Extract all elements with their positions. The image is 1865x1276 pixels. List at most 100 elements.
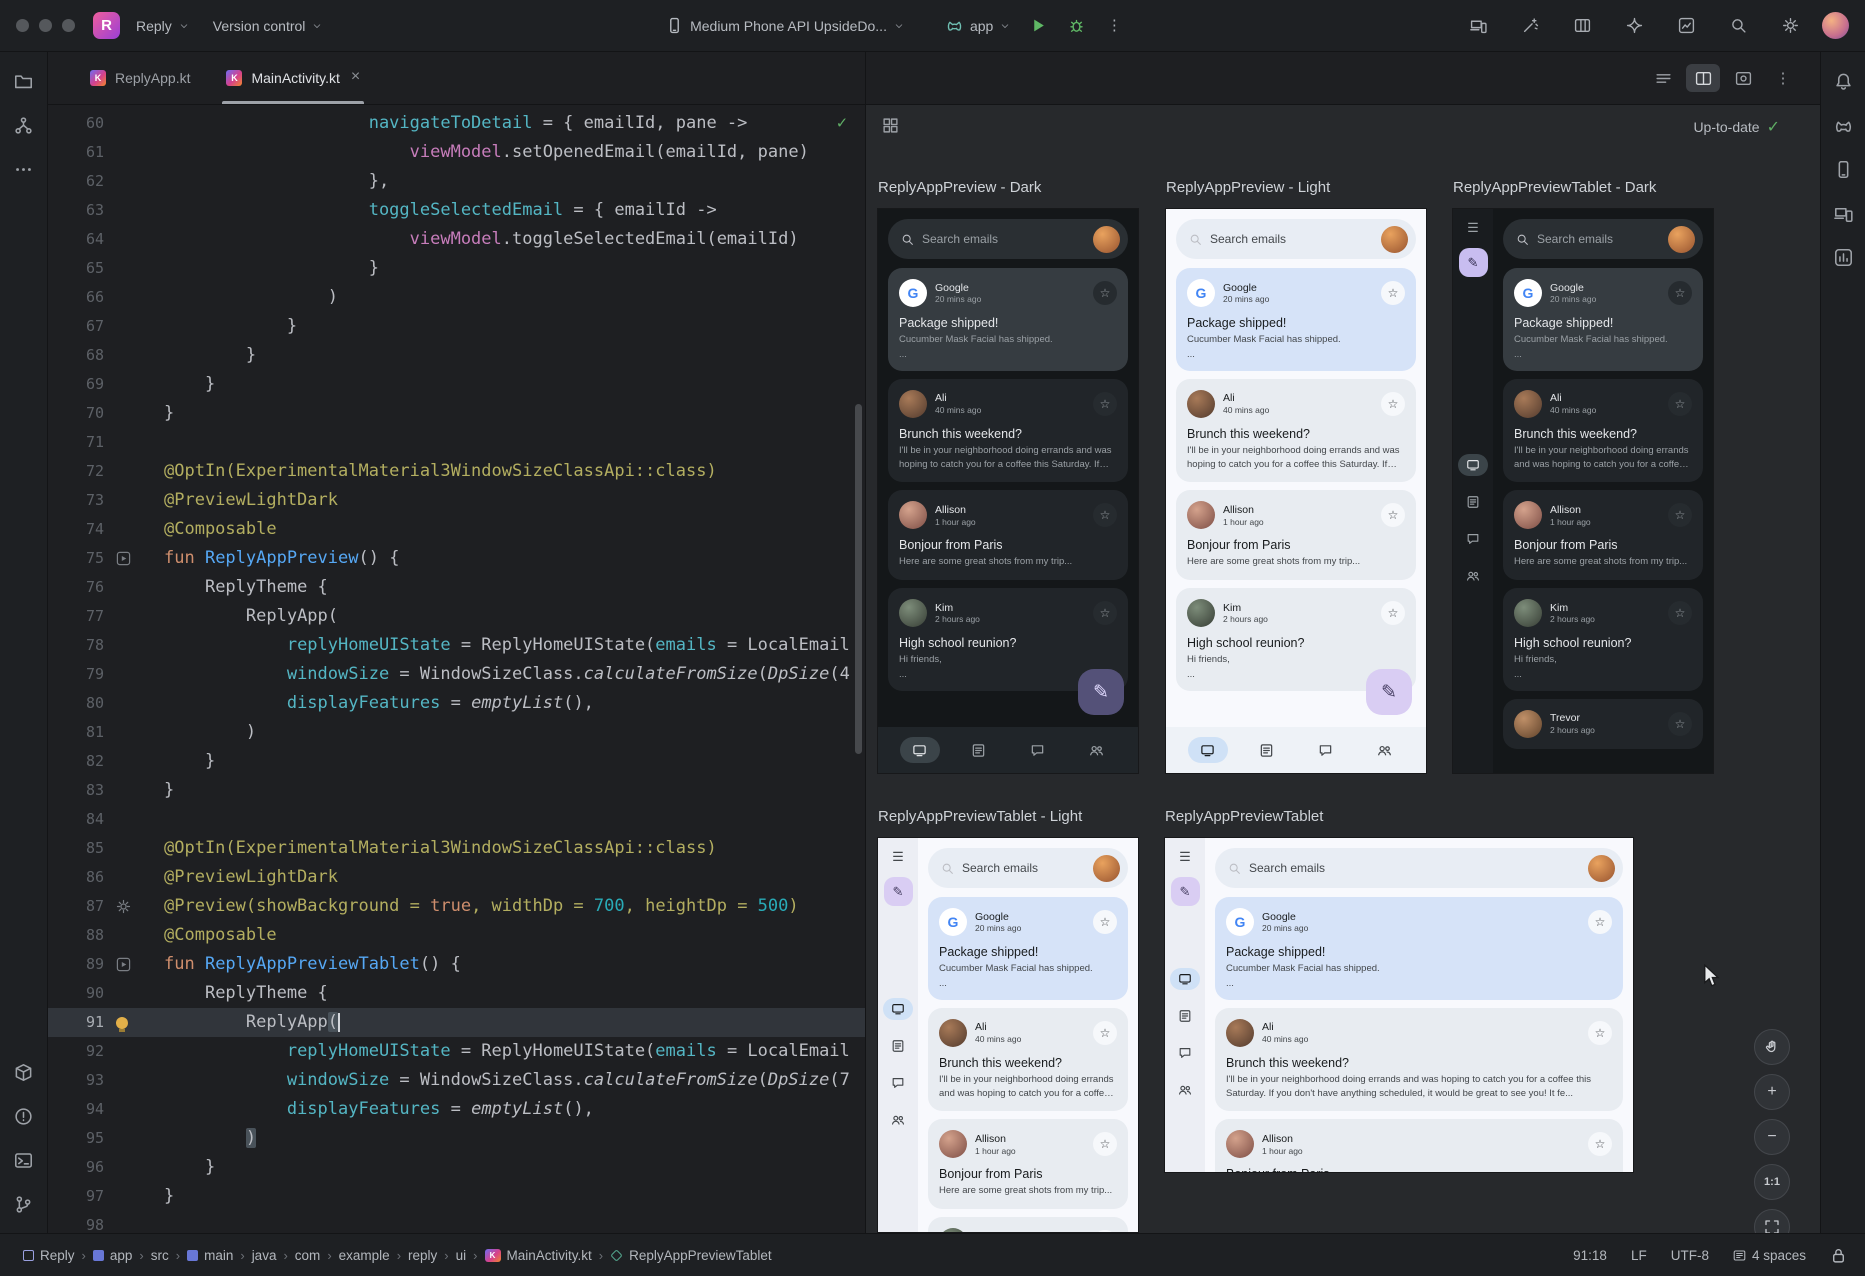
more-kebab-button[interactable]: ⋮ [1766,64,1800,92]
breadcrumb-item[interactable]: example [334,1246,395,1265]
breadcrumb-item[interactable]: Reply [18,1246,80,1265]
settings-button[interactable] [1772,11,1808,41]
terminal-button[interactable] [7,1143,41,1177]
design-view-button[interactable] [1726,64,1760,92]
profiler-button[interactable] [1668,11,1704,41]
preview-run-icon[interactable] [116,957,131,972]
pan-hand-button[interactable] [1754,1029,1790,1065]
zoom-fit-button[interactable] [1754,1209,1790,1233]
breadcrumb-item[interactable]: ReplyAppPreviewTablet [605,1246,777,1265]
sender-avatar [1187,390,1215,418]
close-icon[interactable]: × [349,68,360,88]
code-view-button[interactable] [1646,64,1680,92]
line-number: 83 [48,776,104,805]
problems-button[interactable] [7,1099,41,1133]
email-time: 1 hour ago [1223,517,1264,527]
line-number: 78 [48,631,104,660]
ai-wand-button[interactable] [1512,11,1548,41]
structure-button[interactable] [7,108,41,142]
compose-fab: ✎ [1078,669,1124,715]
email-preview-text: Cucumber Mask Facial has shipped. [939,962,1117,976]
nav-people-rail-item [883,1109,913,1131]
project-folder-button[interactable] [7,64,41,98]
ai-wand-icon [1522,17,1539,34]
debug-button[interactable] [1058,11,1094,41]
preview-card[interactable]: Search emailsGGoogle20 mins ago☆Package … [1166,209,1426,773]
preview-card[interactable]: ☰✎Search emailsGGoogle20 mins ago☆Packag… [1165,838,1633,1172]
gradle-button[interactable] [1826,108,1860,142]
minimize-button[interactable] [39,19,52,32]
line-number: 67 [48,312,104,341]
email-time: 2 hours ago [1550,725,1595,735]
preview-card[interactable]: Search emailsGGoogle20 mins ago☆Package … [878,209,1138,773]
nav-rail: ☰✎ [878,838,918,1232]
line-number: 86 [48,863,104,892]
indent-widget[interactable]: 4 spaces [1733,1248,1806,1263]
maximize-button[interactable] [62,19,75,32]
nav-inbox-icon [1200,743,1215,758]
zoom-in-button[interactable]: + [1754,1074,1790,1110]
device-manager-button[interactable] [1826,196,1860,230]
version-control-button[interactable] [7,1187,41,1221]
email-ellipsis: ... [1187,349,1405,360]
split-view-button[interactable] [1686,64,1720,92]
zoom-actual-button[interactable]: 1:1 [1754,1164,1790,1200]
line-number: 63 [48,196,104,225]
encoding-widget[interactable]: UTF-8 [1671,1248,1709,1263]
breadcrumb-item[interactable]: com [290,1246,326,1265]
breadcrumb-item[interactable]: java [247,1246,282,1265]
editor-tab-replyapp-kt[interactable]: KReplyApp.kt [74,52,206,104]
code-text: ) [164,283,865,312]
inspection-status-icon[interactable]: ✓ [837,113,847,133]
preview-run-icon[interactable] [116,551,131,566]
more-kebab-icon: ⋮ [1775,70,1792,87]
more-actions-button[interactable]: ⋮ [1096,11,1132,41]
layout-inspector-button[interactable] [1564,11,1600,41]
breadcrumb-item[interactable]: src [146,1246,174,1265]
breadcrumb-item[interactable]: reply [403,1246,442,1265]
breadcrumb-item[interactable]: KMainActivity.kt [480,1246,597,1265]
breadcrumb-item[interactable]: main [182,1246,238,1265]
gutter [104,776,164,805]
run-button[interactable] [1020,11,1056,41]
line-number: 91 [48,1008,104,1037]
run-config-selector[interactable]: app [938,11,1018,40]
emulator-button[interactable] [1826,152,1860,186]
editor-scrollbar[interactable] [855,404,862,754]
star-icon: ☆ [1588,1021,1612,1045]
vcs-selector[interactable]: Version control [205,12,331,40]
device-selector[interactable]: Medium Phone API UpsideDo... [658,11,912,40]
zoom-out-button[interactable]: − [1754,1119,1790,1155]
preview-card[interactable]: ☰✎Search emailsGGoogle20 mins ago☆Packag… [1453,209,1713,773]
write-access-widget[interactable] [1830,1247,1847,1264]
code-editor[interactable]: 60 navigateToDetail = { emailId, pane ->… [48,105,865,1233]
editor-tab-mainactivity-kt[interactable]: KMainActivity.kt× [210,52,376,104]
breadcrumb-item[interactable]: app [88,1246,138,1265]
intention-bulb-icon[interactable] [116,1017,128,1029]
code-text: ReplyTheme { [164,573,865,602]
preview-settings-icon[interactable] [116,899,131,914]
kotlin-icon: K [485,1249,501,1262]
search-icon [1516,233,1529,246]
project-selector[interactable]: Reply [128,12,197,40]
build-icon [14,1063,33,1082]
caret-position-widget[interactable]: 91:18 [1573,1248,1607,1263]
app-insights-button[interactable] [1826,240,1860,274]
code-line-62: 62 }, [48,167,865,196]
line-separator-widget[interactable]: LF [1631,1248,1647,1263]
breadcrumb-item[interactable]: ui [451,1246,472,1265]
preview-card[interactable]: ☰✎Search emailsGGoogle20 mins ago☆Packag… [878,838,1138,1232]
running-devices-button[interactable] [1460,11,1496,41]
email-preview-text: Hi friends, [1514,653,1692,667]
gemini-button[interactable] [1616,11,1652,41]
search-button[interactable] [1720,11,1756,41]
more-tool-windows-button[interactable] [7,152,41,186]
layout-grid-icon[interactable] [882,117,899,137]
sender-name: Ali [1223,392,1269,405]
code-text: replyHomeUIState = ReplyHomeUIState(emai… [164,631,865,660]
code-text [164,428,865,457]
close-button[interactable] [16,19,29,32]
build-button[interactable] [7,1055,41,1089]
user-avatar[interactable] [1822,12,1849,39]
notifications-button[interactable] [1826,64,1860,98]
